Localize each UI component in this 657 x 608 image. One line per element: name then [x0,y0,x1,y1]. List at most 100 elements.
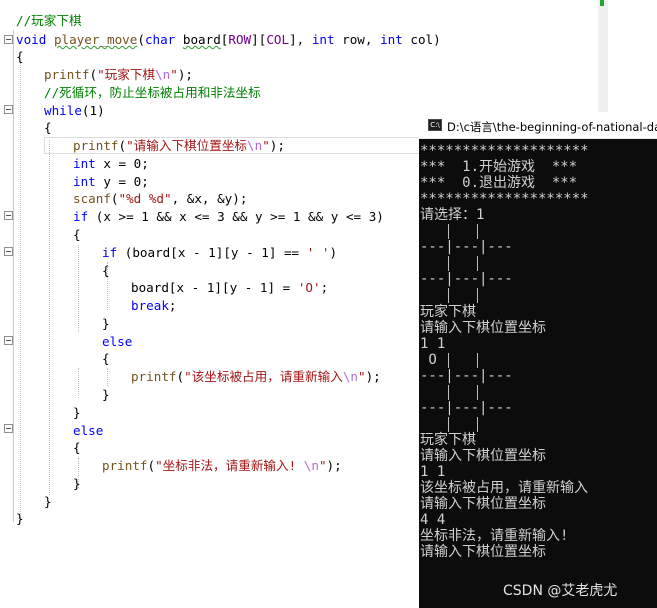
code-line: //死循环，防止坐标被占用和非法坐标 [44,84,261,101]
code-token: ROW [228,32,252,47]
code-line: if (x >= 1 && x <= 3 && y >= 1 && y <= 3… [73,208,384,225]
console-line: *** 1.开始游戏 *** [420,159,578,176]
code-line: scanf("%d %d", &x, &y); [73,190,247,207]
code-token: if [102,245,118,260]
console-line: O [420,351,446,368]
console-line: ---|---|--- [420,399,513,416]
fold-toggle-icon[interactable] [4,211,13,220]
code-token: board [182,32,221,47]
board-separator [448,224,449,240]
code-token: \n [342,369,358,384]
code-line: while(1) [44,102,105,119]
editor-scrollbar[interactable] [598,0,608,112]
board-separator [477,416,478,432]
code-line: { [102,262,110,279]
console-window-title: D:\c语言\the-beginning-of-national-day [447,120,657,134]
code-token: ) [329,245,338,260]
code-token: printf [131,369,177,384]
fold-toggle-icon[interactable] [4,105,13,114]
code-token: (board[x - 1][y - 1] == [117,245,307,260]
board-separator [448,288,449,304]
code-token: { [73,227,81,242]
code-token: char [144,32,176,47]
console-line: ******************** [420,191,589,208]
code-token: " [318,458,327,473]
console-titlebar[interactable]: C:\ D:\c语言\the-beginning-of-national-day [419,113,657,139]
board-separator [477,288,478,304]
console-window[interactable]: C:\ D:\c语言\the-beginning-of-national-day… [419,113,657,608]
board-separator [477,224,478,240]
fold-toggle-icon[interactable] [4,336,13,345]
code-token: \n [303,458,319,473]
code-token: void [16,32,47,47]
console-line: ******************** [420,143,589,159]
code-token: row, [334,32,381,47]
code-line: printf("该坐标被占用，请重新输入\n"); [131,368,381,385]
code-token: { [16,49,24,64]
code-token: ( [147,458,156,473]
code-token: printf [44,67,90,82]
console-line: 玩家下棋 [420,431,476,448]
fold-toggle-icon[interactable] [4,424,13,433]
console-line: *** 0.退出游戏 *** [420,175,578,192]
console-line: 1 1 [420,464,446,480]
gutter-separator [13,30,14,522]
board-separator [448,416,449,432]
indent-guide [78,245,79,332]
code-token: " [262,138,270,153]
code-token: //死循环，防止坐标被占用和非法坐标 [44,85,261,100]
code-token: "坐标非法，请重新输入! [155,458,304,473]
code-token: ], [289,32,312,47]
code-line: { [16,48,24,65]
code-line: printf("坐标非法，请重新输入! \n"); [102,457,342,474]
code-line: } [44,493,52,510]
code-line: else [102,333,132,350]
fold-toggle-icon[interactable] [4,247,13,256]
code-token: int [380,32,403,47]
console-line: 请选择：1 [420,207,485,224]
code-line: { [73,439,81,456]
code-token: ( [176,369,185,384]
code-token: } [73,405,81,420]
code-line: printf("请输入下棋位置坐标\n"); [73,137,285,154]
code-token: int [73,156,96,171]
code-token: else [102,334,133,349]
code-token: ; [168,298,177,313]
code-token: scanf [73,191,111,206]
board-separator [477,384,478,400]
code-token: //玩家下棋 [16,13,82,28]
fold-toggle-icon[interactable] [4,35,13,44]
code-line: void player_move(char board[ROW][COL], i… [16,31,441,48]
console-line: 该坐标被占用，请重新输入 [420,480,588,497]
code-token: if [73,209,89,224]
console-line: 4 4 [420,512,446,529]
indent-guide [107,368,108,386]
console-line: 1 1 [420,335,446,352]
code-token: col) [402,32,441,47]
code-token: "请输入下棋位置坐标 [126,138,248,153]
code-token: COL [266,32,290,47]
code-token: "该坐标被占用，请重新输入 [184,369,343,384]
code-token: } [44,494,52,509]
code-token: \n [155,67,171,82]
code-token: 'O' [297,280,321,295]
code-token: ); [177,67,193,82]
console-line: 坐标非法，请重新输入! [420,528,569,545]
code-token: ); [269,138,285,153]
board-separator [477,256,478,272]
indent-guide [78,368,79,398]
scroll-change-marker [600,0,604,6]
code-line: } [16,510,24,527]
console-line: ---|---|--- [420,271,513,288]
indent-guide [49,140,50,495]
code-token: (x >= 1 && x <= 3 && y >= 1 && y <= 3) [88,209,384,224]
code-line: board[x - 1][y - 1] = 'O'; [131,279,328,296]
code-token: ( [89,67,98,82]
code-token: " [357,369,366,384]
code-line: } [73,404,81,421]
code-token: ; [320,280,329,295]
code-token: ); [365,369,381,384]
code-line: { [102,350,110,367]
code-token: ( [137,32,145,47]
code-line: } [102,386,110,403]
